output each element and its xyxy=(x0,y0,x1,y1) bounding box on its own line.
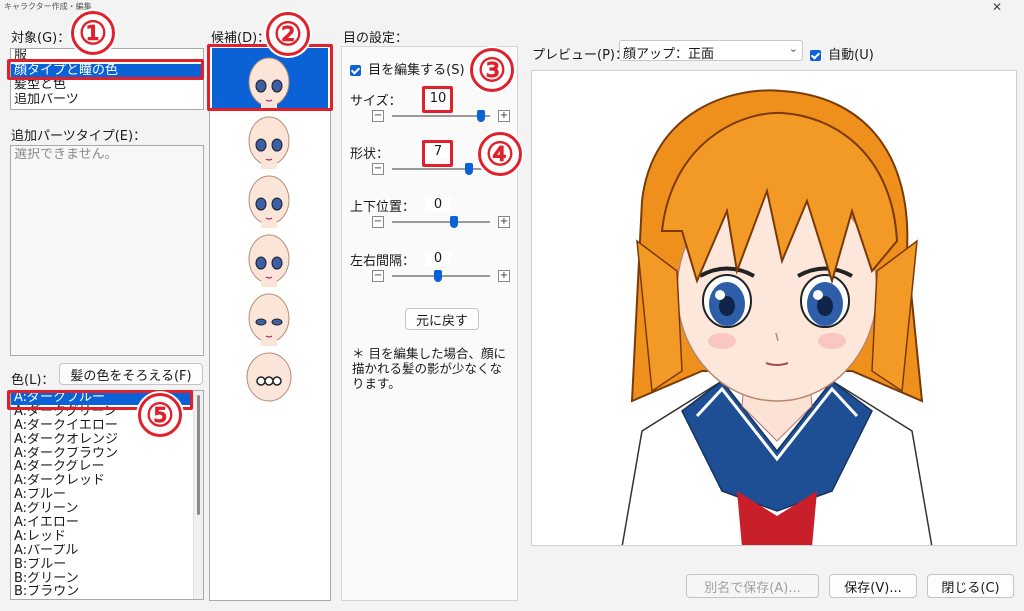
color-list-item[interactable]: B:ブルー xyxy=(11,558,193,572)
checkbox-icon[interactable] xyxy=(350,65,361,76)
color-label: 色(L)： xyxy=(11,373,55,388)
color-list-item[interactable]: A:パープル xyxy=(11,544,193,558)
list-item[interactable]: 髪型と色 xyxy=(11,78,203,93)
chevron-down-icon: ⌄ xyxy=(788,42,798,55)
extra-parts-placeholder: 選択できません。 xyxy=(14,148,118,162)
auto-label: 自動(U) xyxy=(828,48,874,63)
color-list-item[interactable]: A:イエロー xyxy=(11,516,193,530)
edit-eyes-label: 目を編集する(S) xyxy=(368,63,465,78)
scrollbar[interactable] xyxy=(193,391,203,599)
highlight-box xyxy=(207,44,333,111)
candidates-list[interactable] xyxy=(209,45,331,601)
slider-value: 0 xyxy=(425,197,451,212)
plus-icon[interactable]: + xyxy=(498,216,510,228)
close-button[interactable]: 閉じる(C) xyxy=(927,574,1014,598)
target-label: 対象(G)： xyxy=(11,31,71,46)
color-list-item[interactable]: A:ダークグレー xyxy=(11,460,193,474)
slider-track[interactable] xyxy=(392,115,490,117)
candidate-face[interactable] xyxy=(243,290,295,346)
eye-settings-label: 目の設定： xyxy=(343,31,409,46)
callout-3: ③ xyxy=(470,48,514,92)
highlight-box xyxy=(422,140,453,167)
plus-icon[interactable]: + xyxy=(498,270,510,282)
extra-parts-list[interactable]: 選択できません。 xyxy=(10,145,204,356)
candidate-face[interactable] xyxy=(243,231,295,287)
extra-parts-label: 追加パーツタイプ(E)： xyxy=(11,129,147,144)
candidate-face[interactable] xyxy=(243,113,295,169)
callout-1: ① xyxy=(71,11,115,55)
minus-icon[interactable]: − xyxy=(372,270,384,282)
preview-select[interactable]: 顔アップ：正面 ⌄ xyxy=(619,40,803,62)
scrollbar-thumb[interactable] xyxy=(197,395,200,515)
eye-settings-note: ＊ 目を編集した場合、顔に描かれる髪の影が少なくなります。 xyxy=(352,346,506,391)
color-list-item[interactable]: A:レッド xyxy=(11,530,193,544)
edit-eyes-checkbox[interactable]: 目を編集する(S) xyxy=(350,59,465,78)
callout-5: ⑤ xyxy=(138,393,182,437)
slider-value: 0 xyxy=(425,251,451,266)
color-list-item[interactable]: B:ブラウン xyxy=(11,585,193,599)
title-bar: キャラクター作成・編集 ✕ xyxy=(0,0,1024,18)
highlight-box xyxy=(7,59,204,80)
candidate-face[interactable] xyxy=(243,349,295,405)
color-list-item[interactable]: B:グリーン xyxy=(11,572,193,586)
slider-thumb[interactable] xyxy=(450,216,459,228)
preview-label: プレビュー(P)： xyxy=(532,48,628,63)
minus-icon[interactable]: − xyxy=(372,110,384,122)
minus-icon[interactable]: − xyxy=(372,163,384,175)
match-hair-color-button[interactable]: 髪の色をそろえる(F) xyxy=(59,363,203,385)
slider[interactable]: −+ xyxy=(372,212,512,232)
slider[interactable]: −+ xyxy=(372,266,512,286)
slider-track[interactable] xyxy=(392,221,490,223)
plus-icon[interactable]: + xyxy=(498,110,510,122)
color-list-item[interactable]: A:ダークブラウン xyxy=(11,447,193,461)
callout-2: ② xyxy=(266,12,310,56)
close-icon[interactable]: ✕ xyxy=(992,0,1002,14)
preview-select-value: 顔アップ：正面 xyxy=(623,47,715,62)
preview-canvas xyxy=(531,70,1017,546)
slider-thumb[interactable] xyxy=(476,110,485,122)
highlight-box xyxy=(422,86,453,113)
slider-thumb[interactable] xyxy=(465,163,474,175)
slider-track[interactable] xyxy=(392,168,490,170)
candidate-face[interactable] xyxy=(243,172,295,228)
minus-icon[interactable]: − xyxy=(372,216,384,228)
save-as-button[interactable]: 別名で保存(A)... xyxy=(686,574,819,598)
list-item[interactable]: 追加パーツ xyxy=(11,93,203,108)
slider-thumb[interactable] xyxy=(434,270,443,282)
callout-4: ④ xyxy=(478,132,522,176)
reset-button[interactable]: 元に戻す xyxy=(405,308,479,330)
color-list-item[interactable]: A:ダークレッド xyxy=(11,474,193,488)
color-list-item[interactable]: A:グリーン xyxy=(11,502,193,516)
checkbox-icon[interactable] xyxy=(810,50,821,61)
auto-checkbox[interactable]: 自動(U) xyxy=(810,44,874,63)
save-button[interactable]: 保存(V)... xyxy=(829,574,917,598)
window-title: キャラクター作成・編集 xyxy=(4,2,92,11)
character-illustration xyxy=(621,89,933,545)
color-list-item[interactable]: A:ブルー xyxy=(11,488,193,502)
